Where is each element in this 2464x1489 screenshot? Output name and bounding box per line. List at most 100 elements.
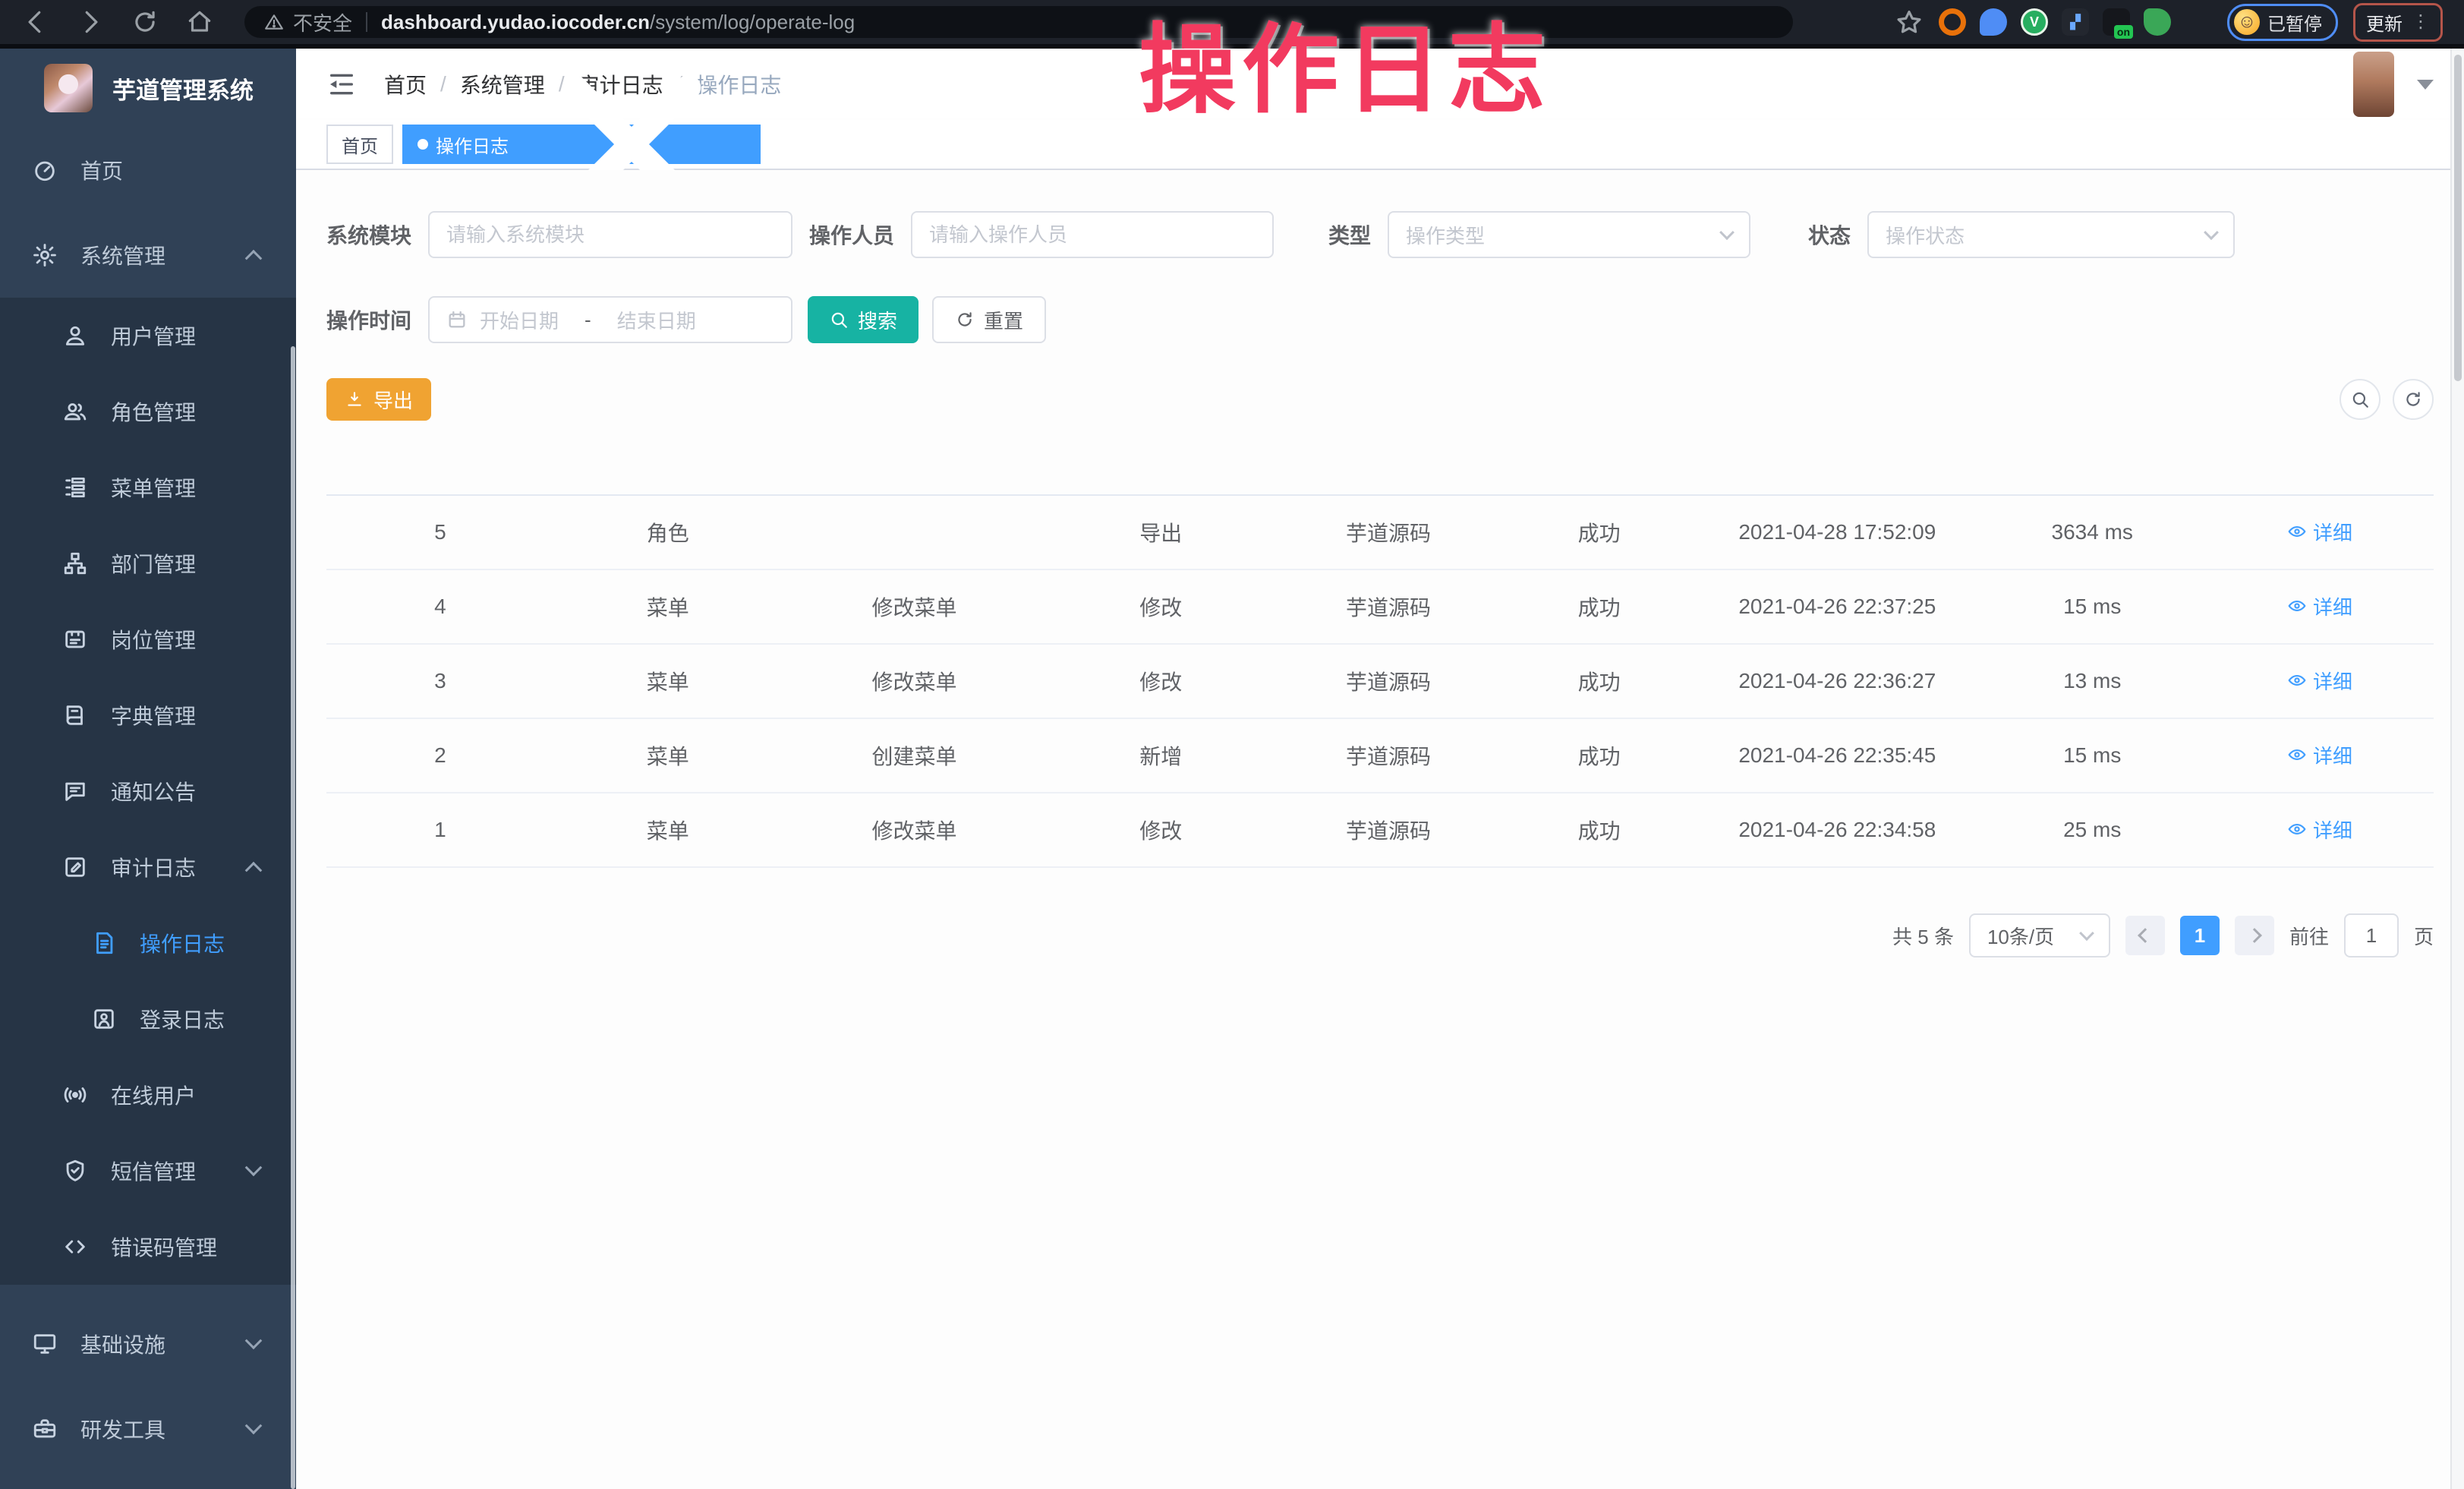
cell-name [782, 495, 1048, 569]
chevron-left-icon [2138, 928, 2153, 943]
tag[interactable]: 首页 [326, 125, 393, 164]
cell-module: 菜单 [554, 644, 782, 718]
cell-log-id: 2 [326, 718, 554, 793]
cell-date: 2021-04-26 22:35:45 [1696, 718, 1978, 793]
cell-operator: 芋道源码 [1275, 644, 1502, 718]
date-range-picker[interactable]: 开始日期 - 结束日期 [428, 296, 792, 343]
star-icon [1895, 8, 1924, 36]
browser-forward-button[interactable] [76, 8, 105, 36]
fontsize-icon[interactable] [2295, 70, 2324, 99]
download-icon [345, 390, 364, 409]
cell-module: 菜单 [554, 569, 782, 644]
refresh-icon [2403, 390, 2423, 409]
bookmark-star-icon[interactable] [1895, 8, 1924, 36]
hamburger-icon[interactable] [326, 69, 357, 99]
app-title: 芋道管理系统 [112, 71, 254, 106]
scrollbar-thumb[interactable] [2454, 55, 2462, 381]
megaphone-icon [62, 778, 88, 804]
operator-label: 操作人员 [809, 219, 894, 250]
address-bar[interactable]: 不安全 dashboard.yudao.iocoder.cn /system/l… [244, 6, 1793, 38]
ext-orange-ring-icon[interactable] [1939, 8, 1966, 36]
kebab-menu-icon[interactable]: ⋮ [2412, 18, 2430, 26]
pagination: 共 5 条 10条/页 1 前往 1 页 [326, 913, 2434, 957]
fullscreen-icon[interactable] [2238, 70, 2267, 99]
column-header [782, 445, 1048, 495]
badge-icon [62, 626, 88, 652]
start-date-placeholder: 开始日期 [480, 306, 559, 334]
detail-link[interactable]: 详细 [2287, 592, 2352, 620]
url-path: /system/log/operate-log [650, 11, 855, 34]
sidebar-scrollbar[interactable] [291, 346, 295, 1489]
user-avatar[interactable] [2353, 52, 2394, 117]
ext-dark-on-icon[interactable]: on [2103, 8, 2130, 36]
page-content: 系统模块 操作人员 类型 操作类型 状态 操作状态 [296, 170, 2464, 1489]
ext-green-leaf-icon[interactable] [2144, 8, 2171, 36]
detail-link[interactable]: 详细 [2287, 741, 2352, 769]
search-button[interactable]: 搜索 [808, 296, 918, 343]
cell-operator: 芋道源码 [1275, 495, 1502, 569]
cell-type: 新增 [1047, 718, 1275, 793]
page-number-active[interactable]: 1 [2180, 916, 2220, 955]
dashboard-icon [32, 157, 58, 183]
operator-input-wrap [911, 211, 1274, 258]
table-row: 2 菜单 创建菜单 新增 芋道源码 成功 2021-04-26 22:35:45… [326, 718, 2434, 793]
column-header [2206, 445, 2434, 495]
code-icon [62, 1234, 88, 1260]
next-page-button[interactable] [2235, 916, 2274, 955]
end-date-placeholder: 结束日期 [617, 306, 696, 334]
ext-blue-pin-icon[interactable] [1980, 8, 2007, 36]
ext-puzzle-icon[interactable] [2185, 8, 2212, 36]
prev-page-button[interactable] [2125, 916, 2165, 955]
module-input[interactable] [446, 223, 774, 247]
table-row: 3 菜单 修改菜单 修改 芋道源码 成功 2021-04-26 22:36:27… [326, 644, 2434, 718]
toggle-search-button[interactable] [2340, 379, 2381, 420]
tag[interactable]: 操作日志 [402, 125, 761, 164]
status-select[interactable]: 操作状态 [1867, 211, 2235, 258]
cell-result: 成功 [1502, 718, 1696, 793]
page-suffix: 页 [2414, 922, 2434, 950]
page-size-select[interactable]: 10条/页 [1969, 913, 2110, 957]
tags-view: 首页 操作日志 [296, 120, 2464, 170]
search-icon[interactable] [2065, 70, 2094, 99]
cell-name: 修改菜单 [782, 644, 1048, 718]
chevron-right-icon [2247, 928, 2262, 943]
profile-paused-chip[interactable]: ☺ 已暂停 [2227, 4, 2338, 41]
chevron-icon [245, 250, 263, 267]
browser-update-button[interactable]: 更新 ⋮ [2353, 3, 2443, 42]
operator-input[interactable] [929, 223, 1256, 247]
goto-page-input[interactable]: 1 [2344, 913, 2399, 957]
page-scrollbar[interactable] [2450, 49, 2464, 1489]
detail-link[interactable]: 详细 [2287, 667, 2352, 695]
ext-blue-blocks-icon[interactable]: ▞ [2062, 8, 2089, 36]
app-logo-row[interactable]: 芋道管理系统 [0, 49, 296, 128]
warning-icon [264, 12, 284, 32]
reset-button[interactable]: 重置 [932, 296, 1046, 343]
cell-name: 创建菜单 [782, 718, 1048, 793]
cell-module: 菜单 [554, 793, 782, 867]
help-icon[interactable] [2180, 70, 2209, 99]
column-header [1275, 445, 1502, 495]
detail-link[interactable]: 详细 [2287, 518, 2352, 546]
browser-back-button[interactable] [21, 8, 50, 36]
refresh-table-button[interactable] [2393, 379, 2434, 420]
export-button[interactable]: 导出 [326, 378, 431, 421]
cell-log-id: 4 [326, 569, 554, 644]
operate-log-table: 5 角色 导出 芋道源码 成功 2021-04-28 17:52:09 3634… [326, 445, 2434, 868]
browser-reload-button[interactable] [131, 8, 159, 36]
user-icon [62, 323, 88, 349]
cell-duration: 13 ms [1978, 644, 2206, 718]
detail-link[interactable]: 详细 [2287, 815, 2352, 844]
browser-home-button[interactable] [185, 8, 214, 36]
total-count: 共 5 条 [1892, 922, 1954, 950]
cell-duration: 15 ms [1978, 569, 2206, 644]
calendar-icon [446, 309, 468, 330]
table-row: 1 菜单 修改菜单 修改 芋道源码 成功 2021-04-26 22:34:58… [326, 793, 2434, 867]
eye-icon [2287, 670, 2307, 690]
back-icon [21, 8, 50, 36]
caret-down-icon[interactable] [2417, 80, 2434, 90]
github-icon[interactable] [2122, 70, 2151, 99]
eye-icon [2287, 745, 2307, 765]
cell-date: 2021-04-28 17:52:09 [1696, 495, 1978, 569]
ext-green-v-icon[interactable]: V [2021, 8, 2048, 36]
type-select[interactable]: 操作类型 [1388, 211, 1750, 258]
